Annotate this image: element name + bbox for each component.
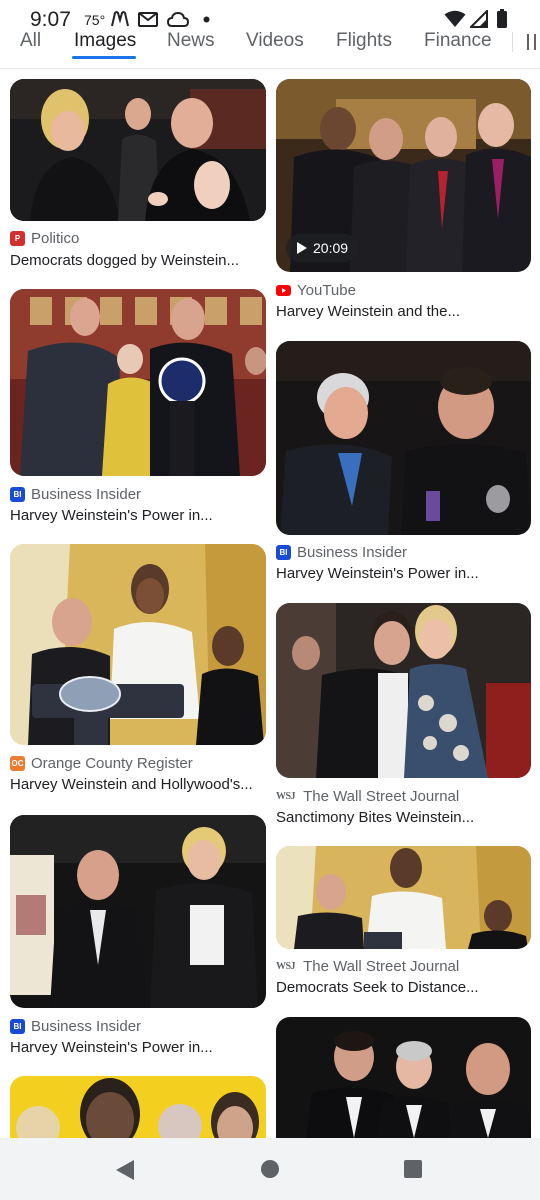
recents-icon[interactable] [403, 1159, 423, 1179]
thumbnail-image [10, 815, 266, 1008]
image-result[interactable]: WSJ The Wall Street Journal Sanctimony B… [276, 603, 531, 831]
home-icon[interactable] [260, 1159, 280, 1179]
thumbnail-image [276, 603, 531, 778]
business-insider-icon: BI [10, 1018, 25, 1034]
result-source: YouTube [276, 280, 356, 300]
result-thumbnail[interactable]: 20:09 [276, 79, 531, 272]
thumbnail-image [276, 1017, 531, 1138]
source-name: The Wall Street Journal [303, 787, 460, 805]
thumbnail-image [10, 544, 266, 745]
result-source: OC Orange County Register [10, 753, 193, 773]
source-name: Business Insider [31, 485, 142, 503]
thumbnail-image [276, 341, 531, 535]
business-insider-icon: BI [276, 544, 291, 560]
result-source: BI Business Insider [10, 1016, 141, 1036]
wifi-icon [444, 10, 466, 27]
image-result[interactable] [276, 1017, 531, 1138]
image-result[interactable]: BI Business Insider Harvey Weinstein's P… [10, 815, 266, 1061]
business-insider-icon: BI [10, 486, 25, 502]
image-result[interactable] [10, 1076, 266, 1138]
result-source: WSJ The Wall Street Journal [276, 956, 459, 976]
thumbnail-image [10, 289, 266, 476]
duration-text: 20:09 [313, 240, 349, 256]
gmail-icon [138, 12, 158, 27]
result-thumbnail[interactable] [10, 79, 266, 221]
source-name: The Wall Street Journal [303, 957, 460, 975]
image-result[interactable]: BI Business Insider Harvey Weinstein's P… [276, 341, 531, 587]
politico-icon: P [10, 230, 25, 246]
result-thumbnail[interactable] [10, 815, 266, 1008]
image-result[interactable]: OC Orange County Register Harvey Weinste… [10, 544, 266, 796]
result-thumbnail[interactable] [10, 289, 266, 476]
mcdonalds-icon [111, 11, 129, 27]
result-source: P Politico [10, 228, 79, 248]
wsj-icon: WSJ [276, 960, 296, 972]
source-name: Politico [31, 229, 80, 247]
source-name: YouTube [297, 281, 356, 299]
result-title[interactable]: Democrats Seek to Distance... [276, 979, 531, 996]
tab-images[interactable]: Images [74, 30, 136, 52]
image-result[interactable]: WSJ The Wall Street Journal Democrats Se… [276, 846, 531, 1002]
tab-finance[interactable]: Finance [424, 30, 492, 52]
status-temperature: 75° [84, 12, 106, 28]
tab-flights[interactable]: Flights [336, 30, 392, 52]
active-tab-indicator [72, 56, 136, 59]
result-title[interactable]: Harvey Weinstein's Power in... [10, 507, 266, 524]
wsj-icon: WSJ [276, 790, 296, 802]
image-result[interactable]: 20:09 YouTube Harvey Weinstein and the..… [276, 79, 531, 327]
result-thumbnail[interactable] [276, 846, 531, 949]
result-source: BI Business Insider [276, 542, 407, 562]
search-tabs: All Images News Videos Flights Finance [0, 28, 540, 69]
result-thumbnail[interactable] [10, 544, 266, 745]
tab-news[interactable]: News [167, 30, 215, 52]
result-source: WSJ The Wall Street Journal [276, 786, 459, 806]
youtube-icon [276, 284, 291, 296]
source-name: Orange County Register [31, 754, 193, 772]
video-duration-badge: 20:09 [286, 234, 359, 262]
tab-all[interactable]: All [20, 30, 41, 52]
battery-icon [497, 9, 507, 28]
tab-videos[interactable]: Videos [246, 30, 304, 52]
ocregister-icon: OC [10, 755, 25, 771]
source-name: Business Insider [31, 1017, 142, 1035]
result-thumbnail[interactable] [276, 341, 531, 535]
result-title[interactable]: Sanctimony Bites Weinstein... [276, 809, 531, 826]
source-name: Business Insider [297, 543, 408, 561]
result-title[interactable]: Harvey Weinstein's Power in... [276, 565, 531, 582]
back-icon[interactable] [115, 1159, 135, 1181]
result-source: BI Business Insider [10, 484, 141, 504]
dot-icon [203, 16, 210, 23]
tab-divider [512, 32, 513, 52]
result-thumbnail[interactable] [276, 603, 531, 778]
cloud-icon [167, 11, 189, 27]
signal-icon [470, 10, 488, 28]
system-nav-bar [0, 1138, 540, 1200]
thumbnail-image [10, 79, 266, 221]
result-title[interactable]: Harvey Weinstein and the... [276, 303, 531, 320]
image-result[interactable]: P Politico Democrats dogged by Weinstein… [10, 79, 266, 275]
thumbnail-image [10, 1076, 266, 1138]
result-thumbnail[interactable] [10, 1076, 266, 1138]
result-thumbnail[interactable] [276, 1017, 531, 1138]
play-icon [297, 242, 307, 254]
tools-icon[interactable] [526, 34, 540, 50]
result-title[interactable]: Harvey Weinstein's Power in... [10, 1039, 266, 1056]
image-result[interactable]: BI Business Insider Harvey Weinstein's P… [10, 289, 266, 529]
result-title[interactable]: Harvey Weinstein and Hollywood's... [10, 776, 266, 793]
thumbnail-image [276, 846, 531, 949]
result-title[interactable]: Democrats dogged by Weinstein... [10, 252, 266, 269]
